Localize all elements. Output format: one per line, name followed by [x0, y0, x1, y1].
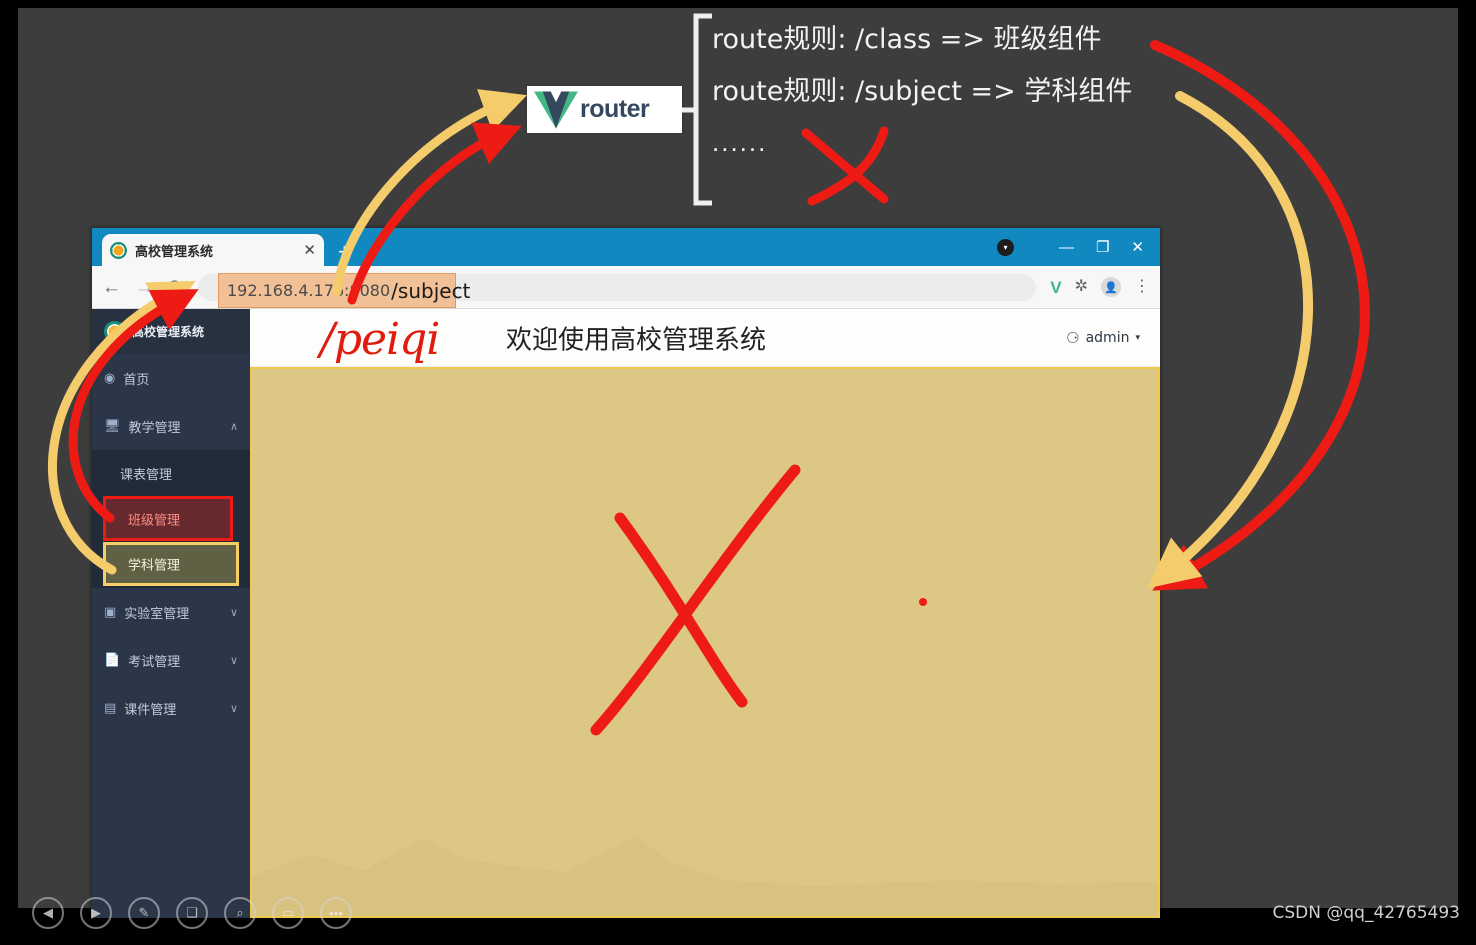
monitor-icon: 🖥 [104, 418, 121, 434]
zoom-button[interactable]: ⌕ [224, 897, 256, 929]
lab-icon: ▣ [104, 604, 117, 620]
exam-icon: 📄 [104, 652, 121, 668]
csdn-watermark: CSDN @qq_42765493 [1272, 903, 1460, 923]
route-rule-ellipsis: ...... [712, 127, 768, 157]
app-body: 高校管理系统 ◉ 首页 🖥 教学管理 ∧ 课表管理 ▣ 实验室管理 ∨ 📄 考试… [92, 309, 1160, 918]
user-name-label: admin [1085, 329, 1130, 346]
sidebar-brand-label: 高校管理系统 [132, 325, 205, 339]
browser-tab[interactable]: 高校管理系统 ✕ [102, 234, 324, 266]
minimize-button[interactable]: — [1059, 240, 1074, 255]
highlight-box-subject[interactable]: 学科管理 [103, 542, 239, 586]
screen-button[interactable]: ▭ [272, 897, 304, 929]
browser-title-bar: 高校管理系统 ✕ + ▾ — ❐ ✕ [92, 228, 1160, 266]
content-area [250, 367, 1160, 918]
sidebar-item-courseware[interactable]: ▤ 课件管理 ∨ [92, 684, 250, 732]
back-button[interactable]: ← [102, 278, 121, 297]
chevron-down-icon-courseware: ∨ [229, 701, 238, 715]
sidebar-item-exam[interactable]: 📄 考试管理 ∨ [92, 636, 250, 684]
user-menu[interactable]: ⚆ admin ▾ [1066, 329, 1140, 347]
profile-avatar[interactable]: 👤 [1101, 277, 1121, 297]
vue-devtools-icon[interactable]: V [1050, 279, 1061, 296]
url-callout[interactable]: 192.168.4.176:8080 /subject [218, 273, 470, 308]
extensions-icon[interactable]: ✲ [1075, 279, 1088, 295]
vue-router-logo-box: router [527, 86, 682, 133]
app-main: /peiqi 欢迎使用高校管理系统 ⚆ admin ▾ [250, 309, 1160, 918]
route-rules-block: route规则: /class => 班级组件 route规则: /subjec… [712, 26, 1172, 158]
dashboard-icon: ◉ [104, 370, 116, 386]
pen-button[interactable]: ✎ [128, 897, 160, 929]
user-icon: ⚆ [1066, 329, 1080, 347]
player-toolbar: ◀ ▶ ✎ ❑ ⌕ ▭ ••• [18, 889, 1458, 937]
window-controls: — ❐ ✕ [1059, 228, 1154, 266]
sidebar-item-lab-label: 实验室管理 [124, 606, 190, 622]
handwritten-peiqi-note: /peiqi [320, 314, 440, 365]
layout-button[interactable]: ❑ [176, 897, 208, 929]
new-tab-button[interactable]: + [338, 241, 351, 263]
titlebar-profile-icon[interactable]: ▾ [997, 239, 1014, 256]
page-title: 欢迎使用高校管理系统 [506, 325, 767, 355]
more-button[interactable]: ••• [320, 897, 352, 929]
vue-router-label: router [580, 95, 650, 123]
app-header: /peiqi 欢迎使用高校管理系统 ⚆ admin ▾ [250, 309, 1160, 367]
browser-menu-icon[interactable]: ⋮ [1134, 279, 1150, 295]
chevron-down-icon-user: ▾ [1135, 332, 1140, 342]
play-button[interactable]: ▶ [80, 897, 112, 929]
sidebar-item-exam-label: 考试管理 [128, 654, 181, 670]
sidebar-item-courseware-label: 课件管理 [124, 702, 177, 718]
sidebar-subitem-subject-label: 学科管理 [128, 558, 181, 574]
sidebar-subitem-schedule[interactable]: 课表管理 [92, 450, 250, 496]
route-rule-class: route规则: /class => 班级组件 [712, 24, 1102, 55]
chevron-down-icon-lab: ∨ [229, 605, 238, 619]
chevron-down-icon-exam: ∨ [229, 653, 238, 667]
sidebar-logo-icon [104, 321, 125, 342]
toolbar-icons: V ✲ 👤 ⋮ [1050, 277, 1150, 297]
app-sidebar: 高校管理系统 ◉ 首页 🖥 教学管理 ∧ 课表管理 ▣ 实验室管理 ∨ 📄 考试… [92, 309, 250, 918]
tab-close-icon[interactable]: ✕ [303, 243, 316, 258]
sidebar-item-home-label: 首页 [123, 372, 150, 388]
sidebar-item-teaching[interactable]: 🖥 教学管理 ∧ [92, 402, 250, 450]
highlight-box-class[interactable]: 班级管理 [103, 496, 233, 541]
route-rule-subject: route规则: /subject => 学科组件 [712, 76, 1133, 107]
reload-button[interactable]: ⟳ [168, 278, 184, 297]
sidebar-item-home[interactable]: ◉ 首页 [92, 354, 250, 402]
chevron-up-icon: ∧ [229, 419, 238, 433]
prev-button[interactable]: ◀ [32, 897, 64, 929]
tab-favicon-icon [110, 241, 127, 259]
browser-window: 高校管理系统 ✕ + ▾ — ❐ ✕ ← → ⟳ 192.168.4.176:8… [92, 228, 1160, 918]
forward-button[interactable]: → [135, 278, 154, 297]
sidebar-item-lab[interactable]: ▣ 实验室管理 ∨ [92, 588, 250, 636]
maximize-button[interactable]: ❐ [1096, 240, 1109, 255]
sidebar-subitem-schedule-label: 课表管理 [120, 467, 173, 483]
slide-icon: ▤ [104, 700, 117, 716]
sidebar-item-teaching-label: 教学管理 [128, 420, 181, 436]
tab-title: 高校管理系统 [135, 244, 214, 260]
url-path-text: /subject [391, 278, 471, 303]
vue-logo-icon [534, 91, 578, 128]
sidebar-subitem-class-label: 班级管理 [128, 513, 181, 528]
sidebar-brand: 高校管理系统 [92, 309, 250, 354]
url-host-text: 192.168.4.176:8080 [227, 281, 391, 300]
close-window-button[interactable]: ✕ [1131, 240, 1144, 255]
